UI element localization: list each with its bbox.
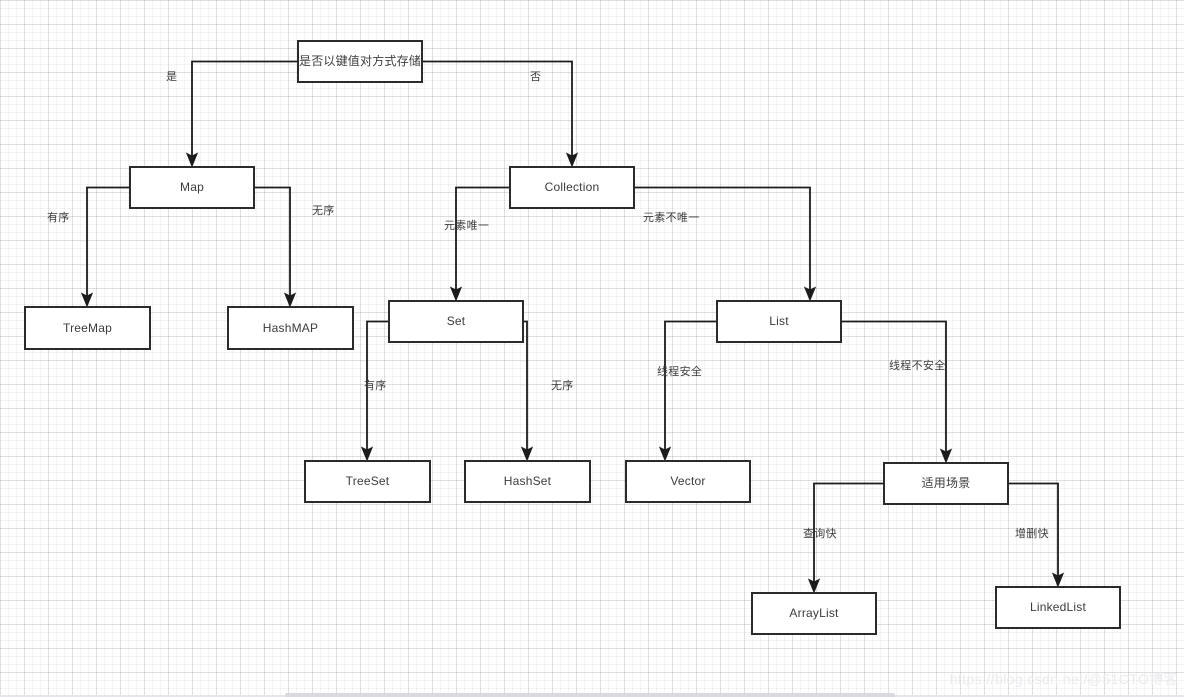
node-label-scenario: 适用场景 [921,476,971,491]
edge-collection-set [449,186,509,302]
edge-label-map-hashmap: 无序 [312,205,335,217]
node-root[interactable]: 是否以键值对方式存储 [297,40,423,83]
node-treemap[interactable]: TreeMap [24,306,151,350]
node-arraylist[interactable]: ArrayList [751,592,877,635]
edge-list-vector [658,320,716,462]
edge-label-list-vector: 线程安全 [657,366,703,378]
node-label-map: Map [180,180,204,195]
edge-set-hashset [520,320,534,462]
edge-label-scenario-arraylist: 查询快 [803,528,837,540]
node-set[interactable]: Set [388,300,524,343]
node-collection[interactable]: Collection [509,166,635,209]
edge-collection-list [635,186,817,302]
edge-label-list-scenario: 线程不安全 [889,360,946,372]
node-treeset[interactable]: TreeSet [304,460,431,503]
edge-root-collection [423,60,579,168]
node-scenario[interactable]: 适用场景 [883,462,1009,505]
edge-map-hashmap [255,186,297,308]
edge-label-collection-list: 元素不唯一 [643,212,700,224]
node-label-list: List [769,314,789,329]
node-hashset[interactable]: HashSet [464,460,591,503]
node-vector[interactable]: Vector [625,460,751,503]
node-label-collection: Collection [544,180,600,195]
node-label-treemap: TreeMap [63,320,112,335]
node-label-treeset: TreeSet [345,474,390,489]
node-label-set: Set [446,314,466,329]
node-label-arraylist: ArrayList [789,606,839,621]
edge-map-treemap [80,186,129,308]
node-label-hashmap: HashMAP [262,320,319,335]
node-map[interactable]: Map [129,166,255,209]
node-label-vector: Vector [670,474,706,489]
edge-label-collection-set: 元素唯一 [444,220,490,232]
node-hashmap[interactable]: HashMAP [227,306,354,350]
edge-label-root-collection: 否 [530,71,542,83]
bottom-scroll-handle[interactable] [285,693,895,697]
edge-label-map-treemap: 有序 [47,212,70,224]
edge-label-root-map: 是 [166,71,178,83]
node-linkedlist[interactable]: LinkedList [995,586,1121,629]
node-list[interactable]: List [716,300,842,343]
edge-label-set-hashset: 无序 [551,380,574,392]
edge-label-set-treeset: 有序 [364,380,387,392]
node-label-root: 是否以键值对方式存储 [299,54,422,69]
flowchart-canvas: 是否以键值对方式存储 Map Collection TreeMap HashMAP Set… [0,0,1184,697]
node-label-hashset: HashSet [503,474,552,489]
edge-list-scenario [842,320,953,464]
edge-root-map [185,60,297,168]
node-label-linkedlist: LinkedList [1029,600,1087,615]
edge-label-scenario-linkedlist: 增删快 [1015,528,1049,540]
watermark: https://blog.csdn.net/@51CTO博客 [949,671,1178,687]
